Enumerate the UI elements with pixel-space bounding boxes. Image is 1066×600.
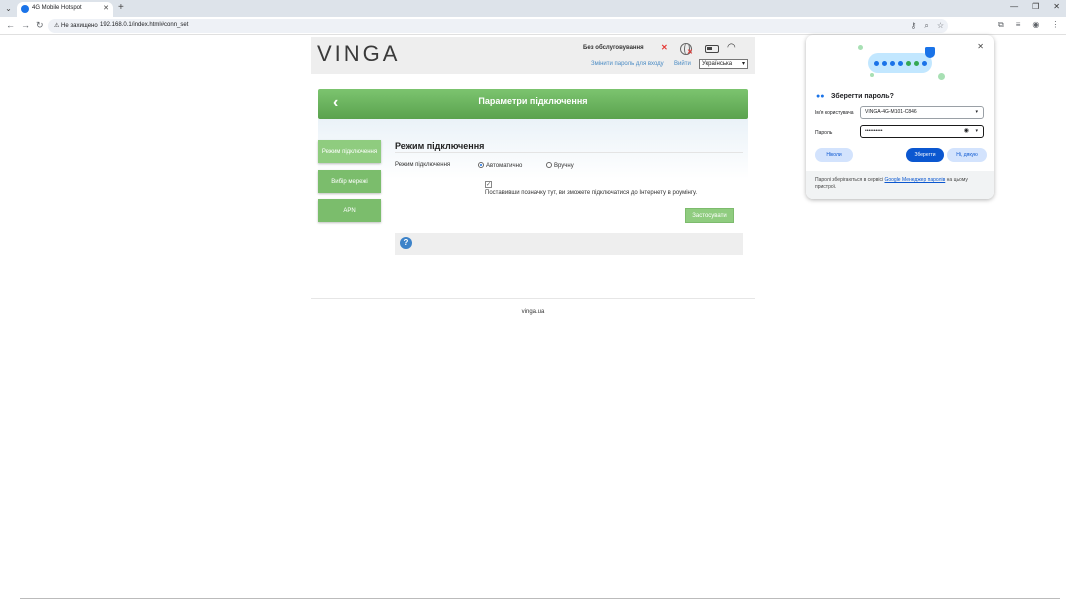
password-manager-icon: ●● xyxy=(816,93,825,100)
password-manager-link[interactable]: Google Менеджер паролів xyxy=(884,177,945,183)
chevron-down-icon: ▾ xyxy=(741,61,745,67)
media-icon[interactable]: ≡ xyxy=(1016,20,1021,30)
toolbar-right-icons: ⧉ ≡ ◉ ⋮ xyxy=(998,20,1059,30)
omnibox-icons: ⚷ ⌕ ☆ xyxy=(910,21,944,31)
footer-prefix: Паролі зберігаються в сервісі xyxy=(815,177,884,183)
tab-close-icon[interactable]: ✕ xyxy=(103,4,109,12)
zoom-icon[interactable]: ⌕ xyxy=(924,21,928,31)
radio-automatic-label[interactable]: Автоматично xyxy=(486,163,522,169)
tab-title: 4G Mobile Hotspot xyxy=(32,5,82,11)
forward-arrow-icon[interactable]: → xyxy=(21,20,30,30)
radio-manual[interactable] xyxy=(546,162,552,168)
never-button[interactable]: Ніколи xyxy=(815,148,853,162)
address-bar[interactable]: ⚠ Не захищено 192.168.0.1/index.html#con… xyxy=(48,19,948,33)
new-tab-button[interactable]: + xyxy=(118,2,124,13)
wifi-icon: ◠ xyxy=(727,42,736,53)
menu-dots-icon[interactable]: ⋮ xyxy=(1051,20,1059,30)
popup-title: Зберегти пароль? xyxy=(831,93,894,100)
password-value: •••••••••• xyxy=(865,128,883,134)
back-arrow-icon[interactable]: ← xyxy=(6,20,15,30)
roaming-checkbox[interactable]: ✓ xyxy=(485,181,492,188)
password-field[interactable]: •••••••••• ◉ ▾ xyxy=(860,125,984,138)
close-window-button[interactable]: ✕ xyxy=(1053,2,1060,11)
apply-button[interactable]: Застосувати xyxy=(685,208,734,223)
no-signal-icon: ✕ xyxy=(661,43,668,52)
extensions-icon[interactable]: ⧉ xyxy=(998,20,1004,30)
logout-link[interactable]: Вийти xyxy=(674,61,691,67)
section-divider xyxy=(395,152,743,153)
username-label: Ім'я користувача xyxy=(815,110,854,116)
help-icon[interactable]: ? xyxy=(400,237,412,249)
footer-divider xyxy=(311,298,755,299)
username-field[interactable]: VINGA-4G-M101-C846 ▾ xyxy=(860,106,984,119)
sidebar-item-apn[interactable]: APN xyxy=(318,199,381,222)
password-illustration xyxy=(858,43,948,83)
bookmark-star-icon[interactable]: ☆ xyxy=(937,21,944,31)
restore-button[interactable]: ❐ xyxy=(1032,2,1039,11)
sidebar-item-network-selection[interactable]: Вибір мережі xyxy=(318,170,381,193)
disconnected-icon: ✕ xyxy=(687,49,693,56)
profile-icon[interactable]: ◉ xyxy=(1032,20,1039,30)
reload-icon[interactable]: ↻ xyxy=(36,20,44,31)
no-thanks-button[interactable]: Ні, дякую xyxy=(947,148,987,162)
window-controls: — ❐ ✕ xyxy=(1010,2,1060,11)
page-title: Параметри підключення xyxy=(478,96,588,106)
eye-icon[interactable]: ◉ xyxy=(964,126,969,137)
help-bar: ? xyxy=(395,233,743,255)
tab-search-icon[interactable]: ⌄ xyxy=(3,3,14,14)
shield-icon xyxy=(925,47,935,58)
connection-mode-label: Режим підключення xyxy=(395,162,451,168)
language-select[interactable]: Українська ▾ xyxy=(699,59,748,69)
language-value: Українська xyxy=(702,61,733,67)
tab-strip: ⌄ 4G Mobile Hotspot ✕ + — ❐ ✕ xyxy=(0,0,1066,17)
change-password-link[interactable]: Змінити пароль для входу xyxy=(591,61,664,67)
password-label: Пароль xyxy=(815,130,833,136)
radio-manual-label[interactable]: Вручну xyxy=(554,163,574,169)
tab-4g-hotspot[interactable]: 4G Mobile Hotspot ✕ xyxy=(17,2,113,17)
minimize-button[interactable]: — xyxy=(1010,2,1018,11)
password-key-icon[interactable]: ⚷ xyxy=(910,21,916,31)
close-icon[interactable]: ✕ xyxy=(977,42,984,51)
save-button[interactable]: Зберегти xyxy=(906,148,944,162)
radio-automatic[interactable] xyxy=(478,162,484,168)
footer-text: vinga.ua xyxy=(521,309,545,315)
security-label: Не захищено xyxy=(61,23,98,29)
battery-icon xyxy=(705,45,719,53)
sidebar-item-connection-mode[interactable]: Режим підключення xyxy=(318,140,381,163)
page-bottom-line xyxy=(20,598,1060,599)
roaming-note: Поставивши позначку тут, ви зможете підк… xyxy=(485,190,698,196)
section-title: Режим підключення xyxy=(395,141,485,151)
favicon-icon xyxy=(21,5,29,13)
username-value: VINGA-4G-M101-C846 xyxy=(865,109,917,115)
popup-footer: Паролі зберігаються в сервісі Google Мен… xyxy=(806,171,994,199)
browser-toolbar: ← → ↻ ⚠ Не захищено 192.168.0.1/index.ht… xyxy=(0,17,1066,35)
vinga-logo: VINGA xyxy=(317,41,401,66)
save-password-popup: ✕ ●● Зберегти пароль? Ім'я користувача V… xyxy=(806,35,994,199)
router-header: VINGA Без обслуговування ✕ ✕ ◠ Змінити п… xyxy=(311,37,755,74)
url-text[interactable]: 192.168.0.1/index.html#conn_set xyxy=(100,22,188,28)
security-chip[interactable]: ⚠ Не захищено xyxy=(54,22,98,29)
password-dropdown-icon[interactable]: ▾ xyxy=(975,126,978,137)
network-status: Без обслуговування xyxy=(583,45,644,51)
panel-header: ‹ Параметри підключення xyxy=(318,89,748,119)
username-dropdown-icon[interactable]: ▾ xyxy=(975,107,978,118)
